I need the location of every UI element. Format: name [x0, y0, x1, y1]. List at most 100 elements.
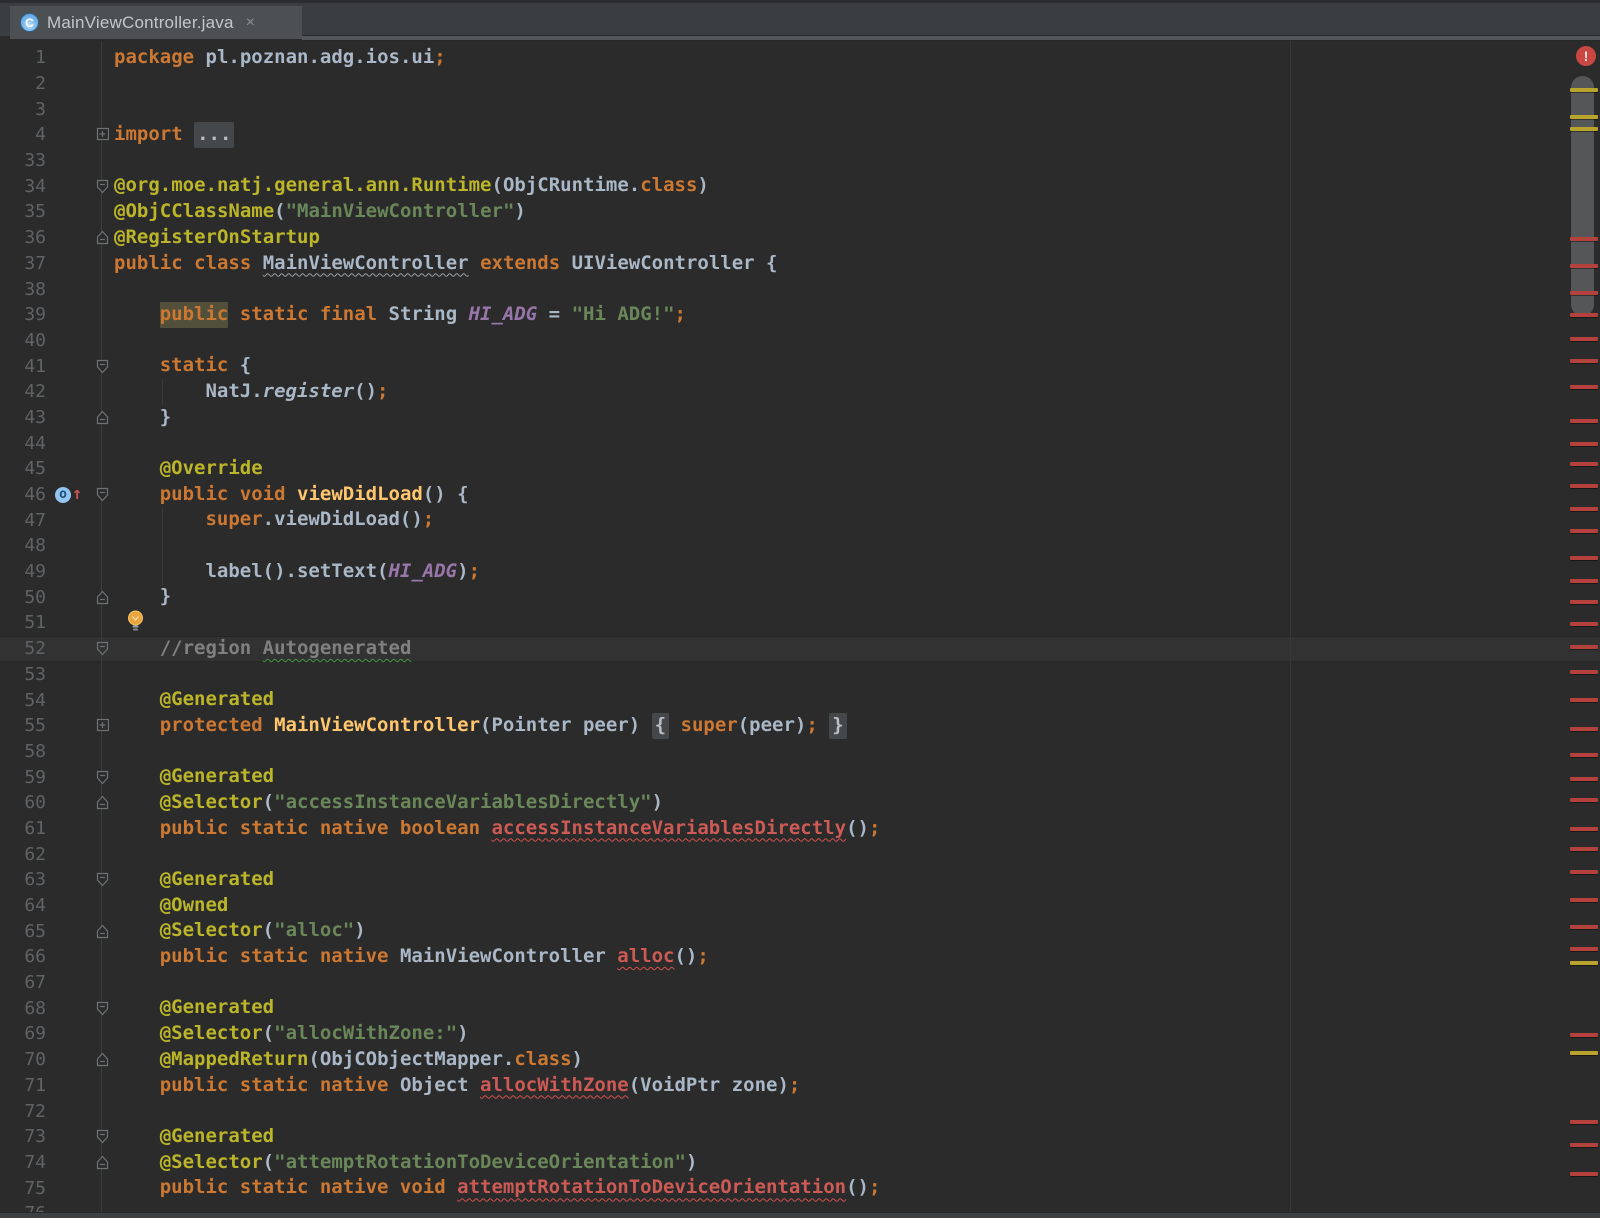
code-line-66[interactable]: 66 public static native MainViewControlle…: [0, 944, 1560, 970]
error-stripe-mark[interactable]: [1570, 1172, 1598, 1176]
error-stripe-mark[interactable]: [1570, 753, 1598, 757]
fold-region-icon[interactable]: [90, 872, 114, 887]
code-line-43[interactable]: 43}: [0, 405, 1560, 431]
code-line-44[interactable]: 44: [0, 430, 1560, 456]
fold-region-icon[interactable]: [90, 795, 114, 810]
fold-region-icon[interactable]: [90, 590, 114, 605]
code-line-48[interactable]: 48: [0, 533, 1560, 559]
fold-expand-icon[interactable]: [90, 127, 114, 142]
code-line-42[interactable]: 42 NatJ. register();: [0, 379, 1560, 405]
code-editor[interactable]: 1 package pl.poznan.adg.ios.ui; 2 3 4 import …: [0, 41, 1600, 1218]
error-stripe-mark[interactable]: [1570, 419, 1598, 423]
code-line-60[interactable]: 60 @Selector("accessInstanceVariablesDire…: [0, 790, 1560, 816]
code-line-51[interactable]: 51: [0, 610, 1560, 636]
error-stripe-mark[interactable]: [1570, 645, 1598, 649]
error-stripe-mark[interactable]: [1570, 898, 1598, 902]
tab-close-icon[interactable]: ×: [246, 14, 255, 31]
code-line-45[interactable]: 45 @Override: [0, 456, 1560, 482]
fold-region-icon[interactable]: [90, 359, 114, 374]
error-stripe-mark[interactable]: [1570, 529, 1598, 533]
code-line-54[interactable]: 54 @Generated: [0, 687, 1560, 713]
warning-stripe-mark[interactable]: [1570, 1051, 1598, 1055]
code-line-75[interactable]: 75 public static native void attemptRotat…: [0, 1175, 1560, 1201]
fold-region-icon[interactable]: [90, 641, 114, 656]
warning-stripe-mark[interactable]: [1570, 127, 1598, 131]
fold-region-icon[interactable]: [90, 1001, 114, 1016]
error-stripe-mark[interactable]: [1570, 622, 1598, 626]
fold-region-icon[interactable]: [90, 230, 114, 245]
error-stripe-mark[interactable]: [1570, 600, 1598, 604]
error-stripe-mark[interactable]: [1570, 337, 1598, 341]
error-stripe-mark[interactable]: [1570, 1143, 1598, 1147]
code-line-73[interactable]: 73 @Generated: [0, 1124, 1560, 1150]
error-stripe-mark[interactable]: [1570, 827, 1598, 831]
code-line-38[interactable]: 38: [0, 276, 1560, 302]
code-line-63[interactable]: 63 @Generated: [0, 867, 1560, 893]
code-line-35[interactable]: 35 @ObjCClassName("MainViewController"): [0, 199, 1560, 225]
code-line-50[interactable]: 50}: [0, 584, 1560, 610]
fold-expand-icon[interactable]: [90, 718, 114, 733]
code-line-36[interactable]: 36 @RegisterOnStartup: [0, 225, 1560, 251]
error-stripe-mark[interactable]: [1570, 670, 1598, 674]
code-line-39[interactable]: 39 public static final String HI_ADG = "H…: [0, 301, 1560, 328]
code-line-62[interactable]: 62: [0, 841, 1560, 867]
code-line-70[interactable]: 70 @MappedReturn (ObjCObjectMapper. class): [0, 1047, 1560, 1073]
code-line-64[interactable]: 64 @Owned: [0, 893, 1560, 919]
error-stripe-mark[interactable]: [1570, 507, 1598, 511]
code-line-59[interactable]: 59 @Generated: [0, 764, 1560, 790]
fold-region-icon[interactable]: [90, 1155, 114, 1170]
code-line-72[interactable]: 72: [0, 1098, 1560, 1124]
fold-region-icon[interactable]: [90, 487, 114, 502]
error-stripe-mark[interactable]: [1570, 777, 1598, 781]
error-stripe-mark[interactable]: [1570, 313, 1598, 317]
error-stripe-mark[interactable]: [1570, 484, 1598, 488]
fold-region-icon[interactable]: [90, 1129, 114, 1144]
code-line-41[interactable]: 41 static {: [0, 353, 1560, 379]
scrollbar-thumb[interactable]: [1571, 76, 1594, 316]
fold-region-icon[interactable]: [90, 770, 114, 785]
warning-stripe-mark[interactable]: [1570, 961, 1598, 965]
code-line-58[interactable]: 58: [0, 739, 1560, 765]
error-stripe-mark[interactable]: [1570, 556, 1598, 560]
code-line-33[interactable]: 33: [0, 148, 1560, 174]
fold-region-icon[interactable]: [90, 1052, 114, 1067]
fold-region-icon[interactable]: [90, 410, 114, 425]
error-stripe-mark[interactable]: [1570, 847, 1598, 851]
file-error-indicator-icon[interactable]: !: [1576, 46, 1596, 66]
code-line-2[interactable]: 2: [0, 71, 1560, 97]
code-line-55[interactable]: 55 protected MainViewController (Pointer p…: [0, 712, 1560, 739]
error-stripe-mark[interactable]: [1570, 385, 1598, 389]
code-line-46[interactable]: 46 o ↑ public void viewDidLoad() {: [0, 482, 1560, 508]
code-line-47[interactable]: 47 super .viewDidLoad();: [0, 507, 1560, 533]
code-line-34[interactable]: 34 @org.moe.natj.general.ann.Runtime (ObjC…: [0, 173, 1560, 199]
warning-stripe-mark[interactable]: [1570, 88, 1598, 92]
code-line-53[interactable]: 53: [0, 662, 1560, 688]
overrides-method-icon[interactable]: o ↑: [55, 486, 82, 503]
error-stripe-mark[interactable]: [1570, 798, 1598, 802]
error-stripe-mark[interactable]: [1570, 925, 1598, 929]
warning-stripe-mark[interactable]: [1570, 115, 1598, 119]
code-line-1[interactable]: 1 package pl.poznan.adg.ios.ui;: [0, 45, 1560, 71]
error-stripe-mark[interactable]: [1570, 1120, 1598, 1124]
code-line-74[interactable]: 74 @Selector("attemptRotationToDeviceOrie…: [0, 1150, 1560, 1176]
error-stripe-mark[interactable]: [1570, 264, 1598, 268]
error-stripe-mark[interactable]: [1570, 579, 1598, 583]
error-stripe-mark[interactable]: [1570, 359, 1598, 363]
code-line-68[interactable]: 68 @Generated: [0, 995, 1560, 1021]
error-stripe-mark[interactable]: [1570, 462, 1598, 466]
code-line-61[interactable]: 61 public static native boolean accessIns…: [0, 816, 1560, 842]
error-stripe-mark[interactable]: [1570, 237, 1598, 241]
code-line-67[interactable]: 67: [0, 970, 1560, 996]
code-line-40[interactable]: 40: [0, 328, 1560, 354]
code-line-52[interactable]: 52 //region Autogenerated: [0, 636, 1560, 662]
code-line-49[interactable]: 49 label().setText(HI_ADG);: [0, 559, 1560, 585]
fold-region-icon[interactable]: [90, 179, 114, 194]
fold-region-icon[interactable]: [90, 924, 114, 939]
error-stripe-mark[interactable]: [1570, 947, 1598, 951]
error-stripe-mark[interactable]: [1570, 727, 1598, 731]
error-stripe-mark[interactable]: [1570, 291, 1598, 295]
tab-mainviewcontroller-java[interactable]: C MainViewController.java ×: [10, 6, 302, 39]
error-stripe-mark[interactable]: [1570, 1033, 1598, 1037]
error-stripe-mark[interactable]: [1570, 698, 1598, 702]
error-stripe-mark[interactable]: [1570, 870, 1598, 874]
